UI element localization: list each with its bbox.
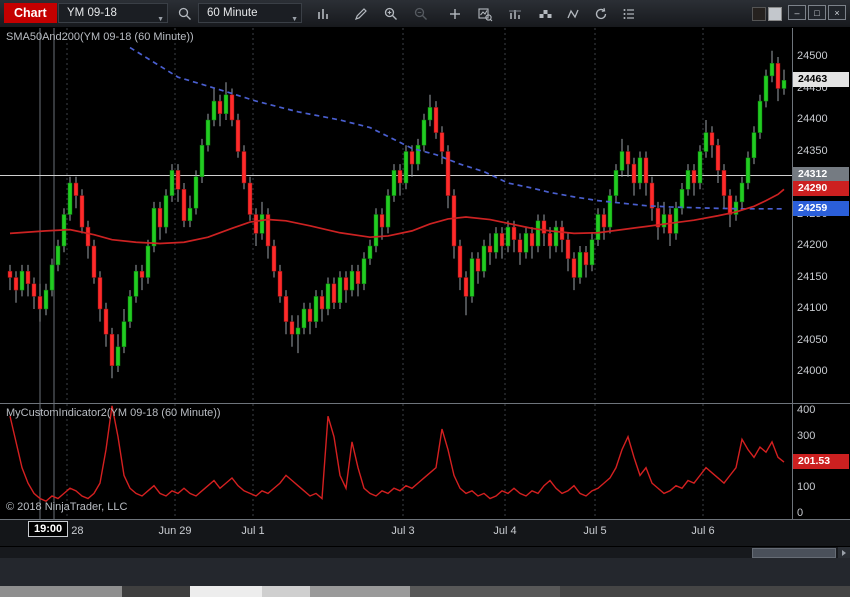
price-chart-canvas[interactable] xyxy=(0,28,792,403)
panel-divider[interactable] xyxy=(0,403,850,404)
reload-button[interactable] xyxy=(588,3,614,24)
price-axis-label: 24100 xyxy=(797,302,828,314)
strategy-button[interactable] xyxy=(560,3,586,24)
chevron-down-icon: ▼ xyxy=(157,16,164,23)
background-window-fragment xyxy=(262,586,310,597)
interval-selector[interactable]: 60 Minute ▼ xyxy=(198,3,302,23)
indicators-button[interactable] xyxy=(532,3,558,24)
background-window-fragment xyxy=(310,586,410,597)
time-axis-label: Jul 4 xyxy=(493,525,517,537)
indicator-value-tag: 201.53 xyxy=(793,454,849,470)
pencil-icon xyxy=(353,6,369,22)
background-window-fragment xyxy=(410,586,560,597)
chart-toolbar: Chart YM 09-18 ▼ 60 Minute ▼ – □ × xyxy=(0,0,850,28)
add-button[interactable] xyxy=(442,3,468,24)
price-tag: 24463 xyxy=(793,72,849,88)
price-tag: 24312 xyxy=(793,167,849,183)
instrument-link-button[interactable] xyxy=(752,7,766,21)
tab-bar xyxy=(0,558,850,586)
copyright-text: © 2018 NinjaTrader, LLC xyxy=(6,501,128,513)
indicator-axis-label: 300 xyxy=(797,429,816,442)
plus-icon xyxy=(447,6,463,22)
background-window-fragment xyxy=(122,586,190,597)
data-series-button[interactable] xyxy=(502,3,528,24)
time-axis-label: Jul 5 xyxy=(583,525,607,537)
chart-magnifier-icon xyxy=(477,6,493,22)
zoom-in-icon xyxy=(383,6,399,22)
zoom-out-icon xyxy=(413,6,429,22)
time-axis[interactable] xyxy=(0,520,850,546)
ninjatrader-chart-window: { "toolbar": { "chart_label": "Chart", "… xyxy=(0,0,850,597)
indicator-axis-label: 100 xyxy=(797,481,816,494)
price-axis-label: 24500 xyxy=(797,50,828,62)
price-axis-label: 24200 xyxy=(797,239,828,251)
data-series-icon xyxy=(507,6,523,22)
maximize-button[interactable]: □ xyxy=(808,5,826,20)
price-axis-label: 24050 xyxy=(797,333,828,346)
price-panel-indicator-label: SMA50And200(YM 09-18 (60 Minute)) xyxy=(6,31,194,43)
indicator-panel-label: MyCustomIndicator2(YM 09-18 (60 Minute)) xyxy=(6,407,221,419)
properties-button[interactable] xyxy=(616,3,642,24)
price-axis-label: 24350 xyxy=(797,144,828,157)
instrument-lookup-button[interactable] xyxy=(172,3,198,24)
minimize-button[interactable]: – xyxy=(788,5,806,20)
time-axis-divider xyxy=(0,519,850,520)
zigzag-icon xyxy=(565,6,581,22)
price-axis-divider xyxy=(792,28,793,519)
zoom-in-button[interactable] xyxy=(378,3,404,24)
bar-chart-icon xyxy=(315,6,331,22)
instrument-selector[interactable]: YM 09-18 ▼ xyxy=(58,3,168,23)
background-window-fragment xyxy=(190,586,262,597)
right-arrow-icon xyxy=(842,549,846,556)
scrollbar-thumb[interactable] xyxy=(752,548,836,558)
price-axis-label: 24400 xyxy=(797,113,828,125)
bar-type-button[interactable] xyxy=(310,3,336,24)
price-axis-label: 24150 xyxy=(797,270,828,283)
chevron-down-icon: ▼ xyxy=(291,16,298,23)
time-axis-label: Jul 3 xyxy=(391,525,415,537)
drawing-tools-button[interactable] xyxy=(348,3,374,24)
list-icon xyxy=(621,6,637,22)
interval-link-button[interactable] xyxy=(768,7,782,21)
time-axis-label: Jun 29 xyxy=(158,525,192,537)
close-button[interactable]: × xyxy=(828,5,846,20)
time-axis-label: Jul 6 xyxy=(691,525,715,537)
indicator-blocks-icon xyxy=(537,6,553,22)
scrollbar-right-arrow[interactable] xyxy=(838,547,850,558)
reload-icon xyxy=(593,6,609,22)
time-axis-label: Jul 1 xyxy=(241,525,265,537)
background-window-fragment xyxy=(0,586,122,597)
crosshair-time-box: 19:00 xyxy=(28,521,69,537)
price-axis-label: 24000 xyxy=(797,365,828,377)
instrument-selector-value: YM 09-18 xyxy=(67,7,117,19)
indicator-axis-label: 400 xyxy=(797,404,816,416)
price-tag: 24290 xyxy=(793,181,849,197)
chart-window-badge: Chart xyxy=(4,3,57,23)
zoom-out-button[interactable] xyxy=(408,3,434,24)
background-window-fragment xyxy=(560,586,850,597)
interval-selector-value: 60 Minute xyxy=(207,7,258,19)
price-tag: 24259 xyxy=(793,200,849,216)
chart-trader-button[interactable] xyxy=(472,3,498,24)
search-icon xyxy=(177,6,193,22)
indicator-axis-label: 0 xyxy=(797,507,804,519)
